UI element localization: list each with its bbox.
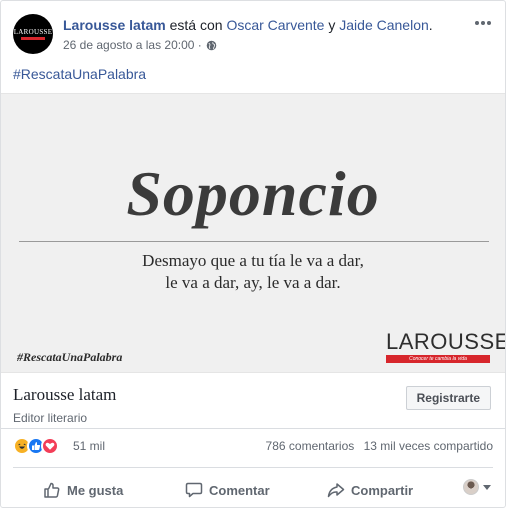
connector-text: y — [328, 17, 336, 33]
avatar-logo-bar — [21, 37, 45, 40]
post-meta: 26 de agosto a las 20:00 · — [63, 37, 217, 53]
thumbs-up-icon — [44, 482, 60, 498]
engagement-stats: 786 comentarios 13 mil veces compartido — [260, 439, 493, 453]
with-text: está con — [169, 17, 223, 33]
image-hashtag: #RescataUnaPalabra — [17, 350, 123, 364]
user-avatar — [463, 479, 479, 495]
more-dot — [487, 21, 491, 25]
share-button[interactable]: Compartir — [327, 481, 413, 499]
more-dot — [481, 21, 485, 25]
tagged-user-1[interactable]: Oscar Carvente — [226, 17, 324, 33]
more-dot — [475, 21, 479, 25]
page-category: Editor literario — [13, 411, 88, 425]
caret-down-icon — [483, 484, 491, 490]
period-text: . — [428, 17, 433, 33]
tagged-user-2[interactable]: Jaide Canelon — [339, 17, 429, 33]
post-as-selector[interactable] — [463, 479, 491, 495]
post-text: #RescataUnaPalabra — [13, 65, 146, 83]
definition-line-2: le va a dar, ay, le va a dar. — [165, 273, 341, 292]
page-avatar[interactable]: LAROUSSE — [13, 14, 53, 54]
love-reaction-icon — [41, 437, 59, 455]
avatar-logo-text: LAROUSSE — [13, 28, 53, 36]
timestamp-link[interactable]: 26 de agosto a las 20:00 — [63, 37, 194, 53]
actor-line: Larousse latam está con Oscar Carvente y… — [63, 16, 433, 34]
comment-label: Comentar — [209, 482, 270, 498]
action-bar: Me gusta Comentar Compartir — [13, 467, 493, 507]
like-button[interactable]: Me gusta — [43, 481, 123, 499]
like-label: Me gusta — [67, 482, 124, 498]
brand-tagline: Conocer te cambia la vida — [409, 356, 467, 362]
larousse-logo: LAROUSSE Conocer te cambia la vida — [386, 329, 506, 363]
reactions-bar: 51 mil 786 comentarios 13 mil veces comp… — [13, 437, 493, 457]
meta-separator: · — [197, 38, 202, 52]
globe-icon[interactable] — [206, 40, 217, 51]
word-divider — [19, 241, 489, 242]
brand-wordmark: LAROUSSE — [386, 329, 506, 354]
more-options-icon[interactable] — [473, 15, 493, 31]
post-image[interactable]: Soponcio Desmayo que a tu tía le va a da… — [1, 93, 505, 373]
brand-tagline-bar: Conocer te cambia la vida — [386, 355, 490, 363]
comment-count[interactable]: 786 comentarios — [266, 439, 355, 453]
reaction-count[interactable]: 51 mil — [73, 439, 105, 453]
word-definition: Desmayo que a tu tía le va a dar, le va … — [1, 250, 505, 294]
definition-line-1: Desmayo que a tu tía le va a dar, — [142, 251, 364, 270]
hashtag-link[interactable]: #RescataUnaPalabra — [13, 66, 146, 82]
page-info-name[interactable]: Larousse latam — [13, 385, 116, 405]
page-info: Larousse latam Editor literario Registra… — [1, 373, 505, 429]
comment-button[interactable]: Comentar — [185, 481, 270, 499]
post-card: LAROUSSE Larousse latam está con Oscar C… — [0, 0, 506, 508]
featured-word: Soponcio — [126, 158, 380, 229]
register-button[interactable]: Registrarte — [405, 386, 491, 410]
post-header: LAROUSSE Larousse latam está con Oscar C… — [1, 1, 505, 61]
page-name-link[interactable]: Larousse latam — [63, 17, 166, 33]
comment-bubble-icon — [185, 482, 203, 498]
reaction-icons[interactable] — [13, 437, 59, 455]
share-arrow-icon — [327, 483, 345, 498]
share-count[interactable]: 13 mil veces compartido — [364, 439, 493, 453]
share-label: Compartir — [351, 482, 414, 498]
